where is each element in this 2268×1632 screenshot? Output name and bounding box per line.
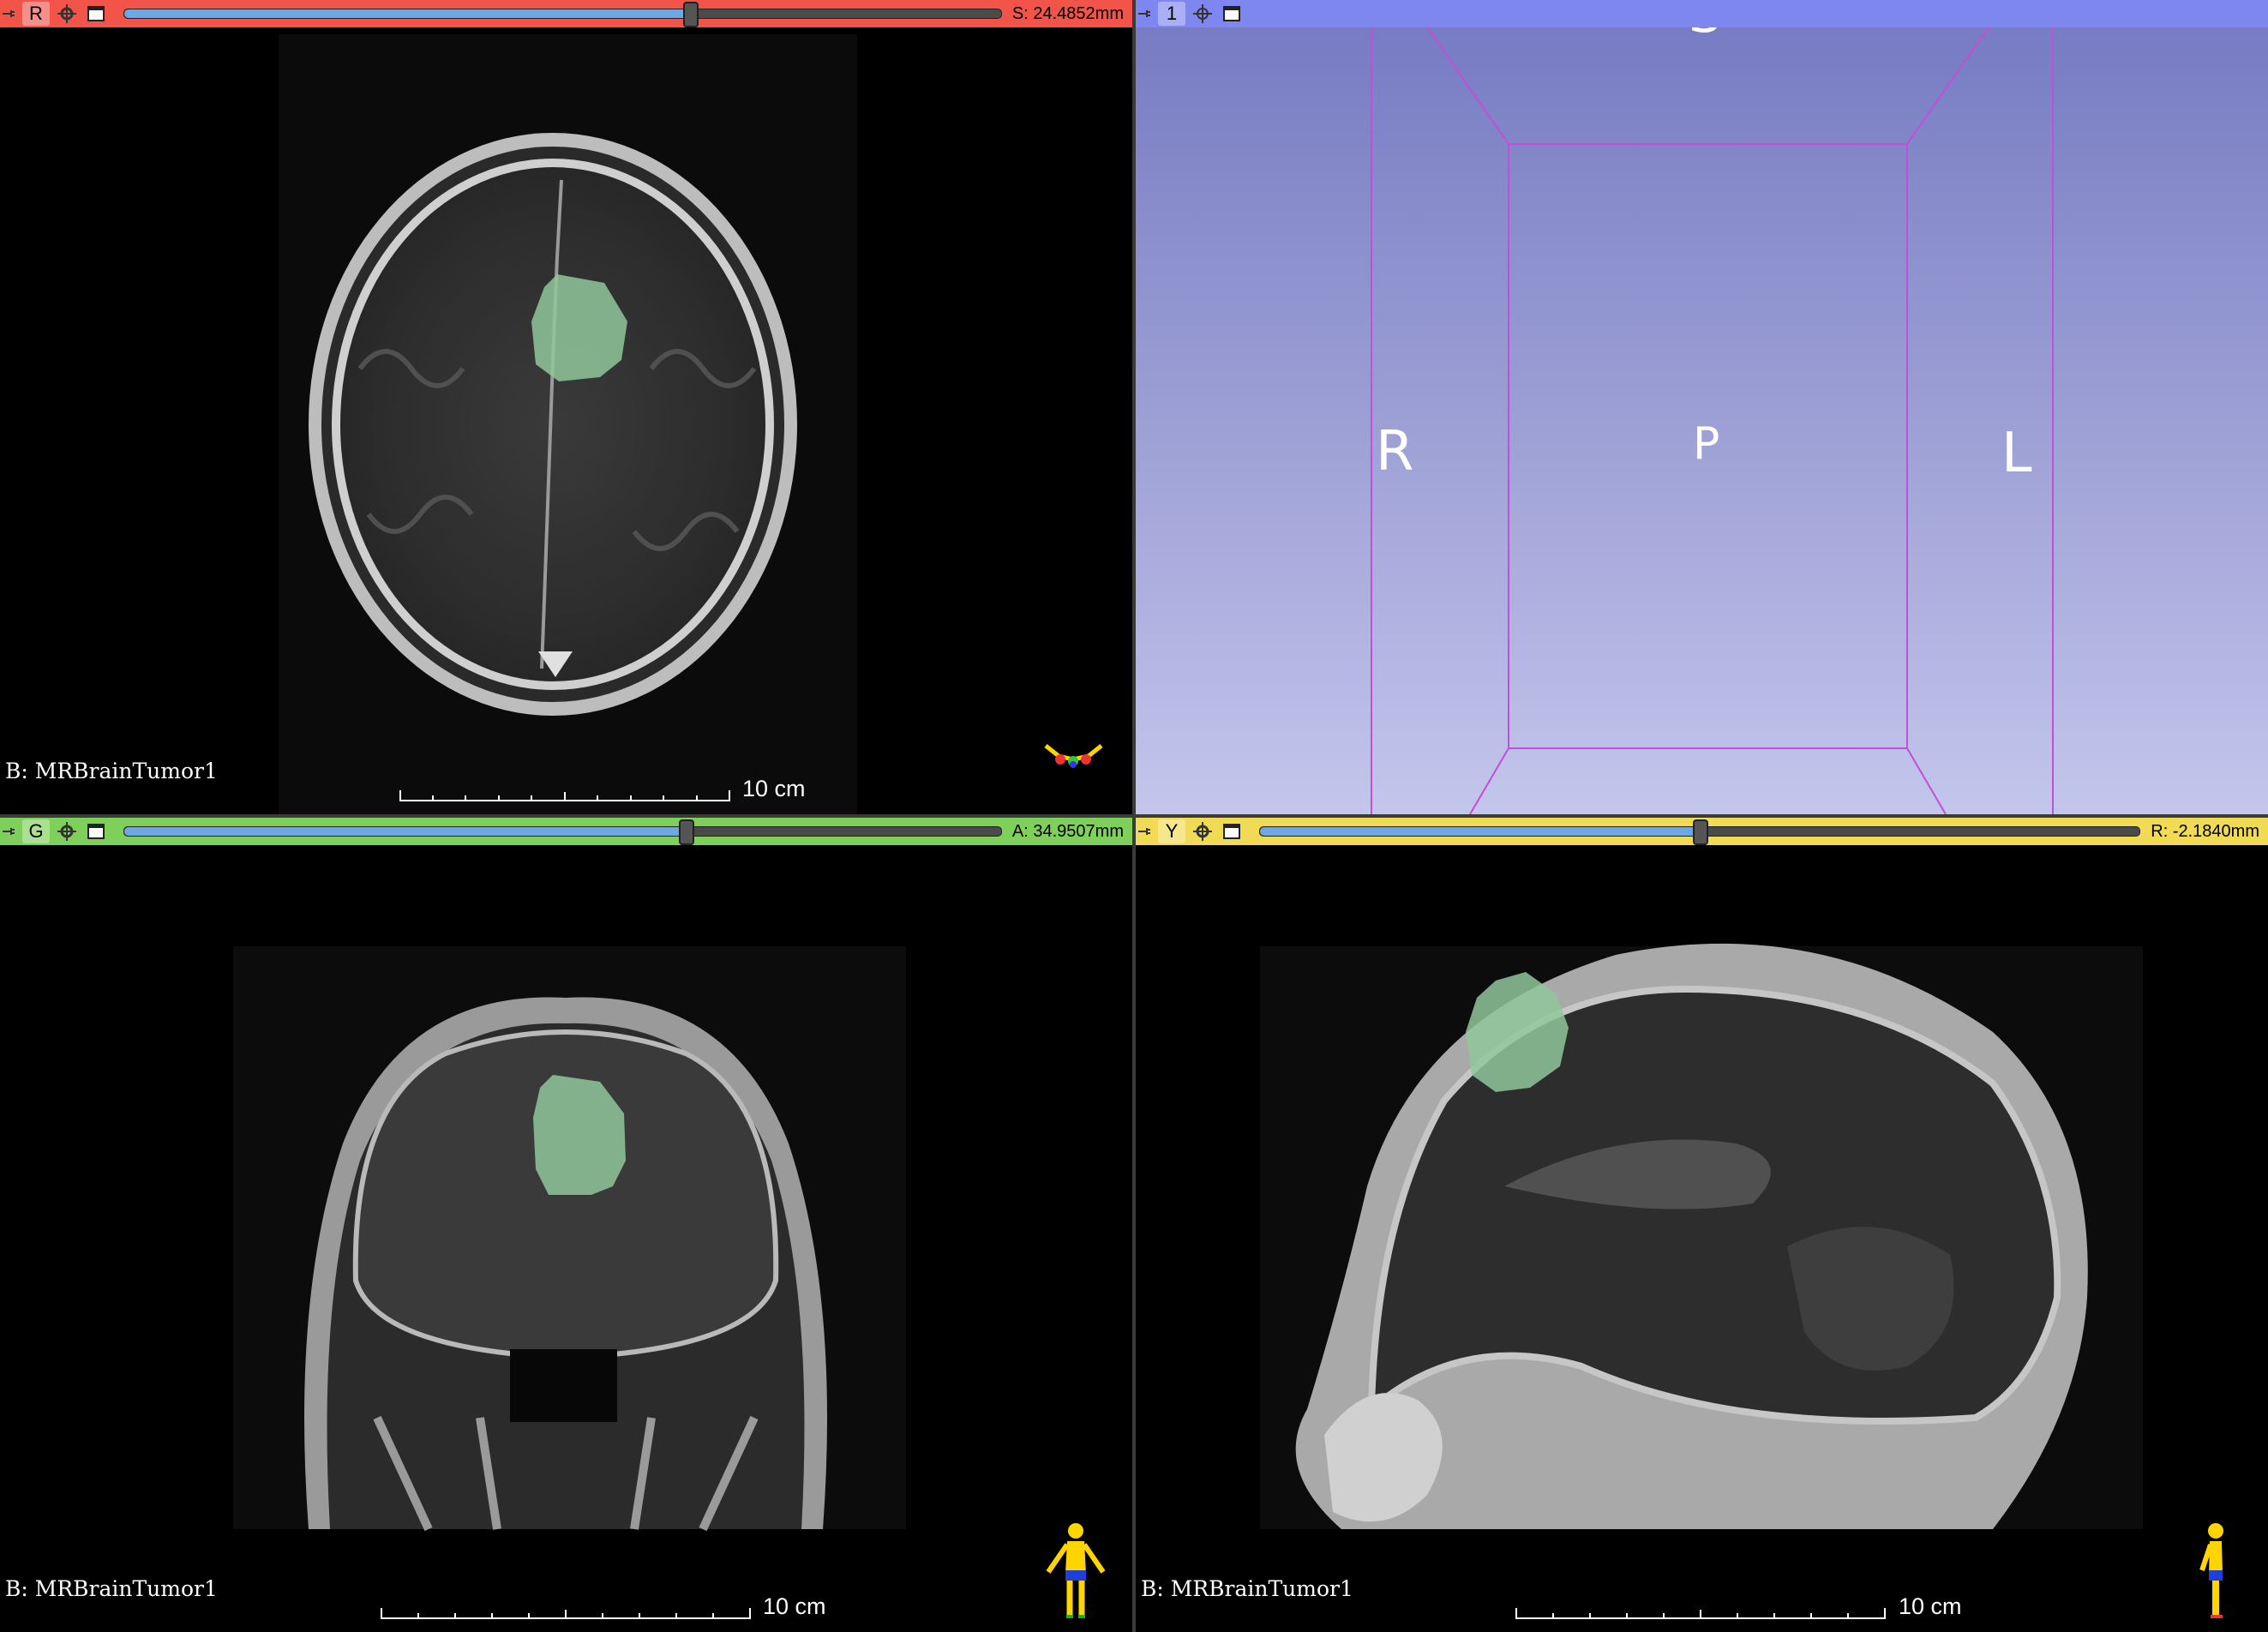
yellow-slice-view[interactable]: Y R: -2.1840mm B: MRBrainTumor1 10 cm	[1136, 818, 2268, 1632]
slice-offset-slider[interactable]	[1259, 819, 2141, 845]
view-label: G	[22, 819, 50, 843]
slice-offset-value: R: -2.1840mm	[2151, 821, 2259, 841]
scale-ruler	[381, 1608, 751, 1619]
green-slice-controller: G A: 34.9507mm	[0, 818, 1132, 845]
background-volume-name: B: MRBrainTumor1	[1141, 1576, 1353, 1601]
link-icon[interactable]	[55, 819, 79, 843]
red-slice-controller: R S: 24.4852mm	[0, 0, 1132, 27]
pin-icon[interactable]	[0, 818, 19, 845]
orientation-label-left: R	[1376, 420, 1414, 483]
background-volume-name: B: MRBrainTumor1	[5, 759, 218, 783]
orientation-marker-icon	[1046, 1523, 1106, 1618]
orientation-marker-icon	[1044, 744, 1103, 768]
orientation-marker-icon	[2199, 1523, 2223, 1618]
pin-icon[interactable]	[1136, 0, 1155, 27]
scale-ruler	[399, 790, 730, 801]
pin-icon[interactable]	[1136, 818, 1155, 845]
orientation-label-center: P	[1693, 418, 1720, 470]
scale-ruler	[1515, 1608, 1886, 1619]
maximize-view-icon[interactable]	[84, 819, 108, 843]
view-divider-horizontal[interactable]	[0, 814, 2268, 818]
scale-label: 10 cm	[763, 1593, 826, 1619]
link-icon[interactable]	[55, 2, 79, 26]
maximize-view-icon[interactable]	[84, 2, 108, 26]
maximize-view-icon[interactable]	[1220, 2, 1244, 26]
slider-fill	[124, 9, 690, 18]
slider-fill	[124, 827, 686, 836]
slice-offset-slider[interactable]	[123, 819, 1002, 845]
red-slice-view[interactable]: R S: 24.4852mm B: MRBrainTumor1 10 cm	[0, 0, 1132, 814]
scale-label: 10 cm	[1899, 1593, 1962, 1619]
slider-handle[interactable]	[1693, 819, 1709, 845]
center-3d-icon[interactable]	[1191, 2, 1215, 26]
slider-fill	[1260, 827, 1701, 836]
tumor-segment-coronal	[533, 1075, 626, 1195]
slice-offset-slider[interactable]	[123, 2, 1002, 27]
view-label: R	[22, 2, 50, 26]
slice-offset-value: A: 34.9507mm	[1011, 821, 1124, 841]
tumor-segment-axial	[531, 274, 627, 381]
3d-view-controller: 1	[1136, 0, 2268, 27]
maximize-view-icon[interactable]	[1220, 819, 1244, 843]
yellow-slice-controller: Y R: -2.1840mm	[1136, 818, 2268, 845]
background-volume-name: B: MRBrainTumor1	[5, 1576, 218, 1601]
orientation-label-right: L	[2001, 422, 2032, 485]
link-icon[interactable]	[1191, 819, 1215, 843]
view-label: Y	[1158, 819, 1185, 843]
tumor-segment-sagittal	[1466, 972, 1569, 1092]
bounding-box	[1371, 0, 2054, 814]
view-label: 1	[1158, 2, 1185, 26]
scale-label: 10 cm	[742, 776, 806, 801]
green-slice-view[interactable]: G A: 34.9507mm B: MRBrainTumor1 10 cm	[0, 818, 1132, 1632]
slider-handle[interactable]	[678, 819, 694, 845]
3d-view[interactable]: S R P L 1	[1136, 0, 2268, 814]
slider-handle[interactable]	[682, 2, 699, 27]
pin-icon[interactable]	[0, 0, 19, 27]
slice-offset-value: S: 24.4852mm	[1011, 3, 1124, 23]
